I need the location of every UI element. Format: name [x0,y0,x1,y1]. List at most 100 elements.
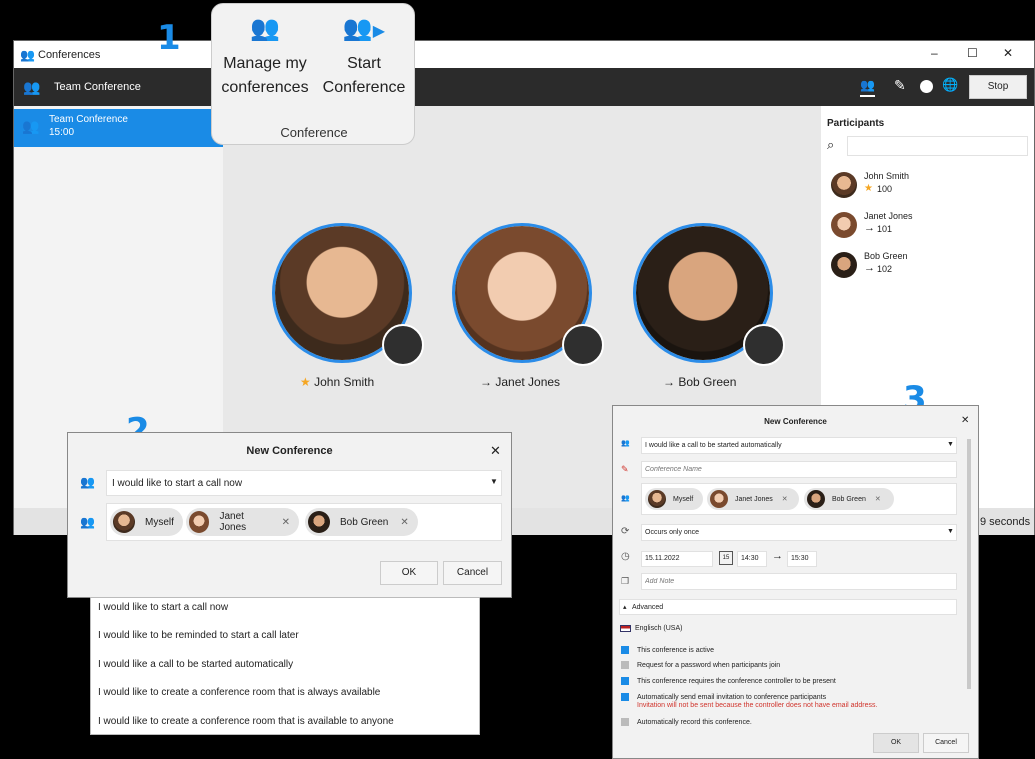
stage-person-name: ★ John Smith [300,375,375,389]
record-icon[interactable] [920,80,933,93]
conference-icon: 👥 [22,118,40,134]
conference-type-options: I would like to start a call now I would… [90,597,480,735]
advanced-toggle[interactable]: ▴ Advanced [619,599,957,615]
phone-icon[interactable] [743,324,785,366]
remove-icon: ✕ [281,516,290,528]
option-row[interactable]: Automatically record this conference. [621,718,961,726]
checkbox[interactable] [621,661,629,669]
avatar [831,252,857,278]
collapse-icon: ▴ [623,604,627,611]
phone-icon[interactable] [382,324,424,366]
manage-conferences-icon: 👥 [250,15,280,42]
start-time-input[interactable]: 14:30 [737,551,767,567]
warning-text: Invitation will not be sent because the … [637,702,878,709]
conference-icon: 👥 [23,79,41,95]
arrow-right-icon: → [864,262,875,274]
participant-search-input[interactable] [847,136,1028,156]
option-item[interactable]: I would like to be reminded to start a c… [91,626,479,654]
avatar [831,212,857,238]
sidebar-item-team-conference[interactable]: 👥 Team Conference 15:00 [14,109,223,147]
callout-number: 1 [157,18,181,58]
option-item[interactable]: I would like to start a call now [91,598,479,626]
participant-chips: Myself Janet Jones ✕ Bob Green ✕ [106,503,502,541]
conference-type-icon: 👥 [621,440,630,447]
chevron-down-icon: ▼ [947,528,954,535]
new-conference-dialog-advanced: New Conference ✕ 👥 I would like a call t… [612,405,979,759]
date-input[interactable]: 15.11.2022 [641,551,713,567]
cancel-button[interactable]: Cancel [923,733,969,753]
option-row[interactable]: Automatically send email invitation to c… [621,693,961,701]
phone-icon[interactable] [562,324,604,366]
conference-type-icon: 👥 [80,475,95,489]
sidebar-item-time: 15:00 [49,127,75,138]
star-icon: ★ [864,183,873,194]
avatar [831,172,857,198]
chip-janet-jones[interactable]: Janet Jones ✕ [707,488,799,510]
option-item[interactable]: I would like a call to be started automa… [91,655,479,683]
search-icon: ⌕ [827,137,835,152]
dialog-title: New Conference [246,445,333,457]
pencil-icon: ✎ [621,464,629,474]
language-label: Englisch (USA) [635,625,683,632]
option-item[interactable]: I would like to create a conference room… [91,683,479,711]
window-title: Conferences [38,49,101,61]
chip-myself[interactable]: Myself [110,508,183,536]
end-time-input[interactable]: 15:30 [787,551,817,567]
participant-row[interactable]: Janet Jones → 101 [831,210,1031,246]
scrollbar[interactable] [967,439,971,689]
remove-icon: ✕ [400,516,409,528]
chip-bob-green[interactable]: Bob Green ✕ [305,508,418,536]
edit-pencil-icon[interactable]: ✎ [894,77,906,94]
sidebar-item-title: Team Conference [49,114,128,125]
arrow-right-icon: → [864,222,875,234]
cancel-button[interactable]: Cancel [443,561,502,585]
dialog-title: New Conference [764,417,827,426]
new-conference-dialog-simple: New Conference ✕ 👥 I would like to start… [67,432,512,598]
participant-row[interactable]: John Smith ★ 100 [831,170,1031,206]
chevron-down-icon: ▼ [490,477,498,486]
app-icon: 👥 [20,48,35,62]
option-row[interactable]: This conference is active [621,646,961,654]
participant-row[interactable]: Bob Green → 102 [831,250,1031,286]
conference-toolbar: 👥 Team Conference 👥 ✎ 🌐 Stop [14,68,1034,106]
repeat-icon: ⟳ [621,526,630,537]
ok-button[interactable]: OK [873,733,919,753]
recurrence-select[interactable]: Occurs only once ▼ [641,524,957,541]
participants-view-icon[interactable]: 👥 [860,78,875,97]
checkbox[interactable] [621,718,629,726]
conference-ribbon-popup: 👥 Manage my conferences 👥▶ Start Confere… [211,3,415,145]
chip-janet-jones[interactable]: Janet Jones ✕ [186,508,299,536]
stop-button[interactable]: Stop [969,75,1027,99]
conference-type-select[interactable]: I would like a call to be started automa… [641,437,957,454]
note-icon: ❐ [621,576,630,586]
close-button[interactable]: ✕ [1003,46,1013,60]
participant-chips: Myself Janet Jones ✕ Bob Green ✕ [641,483,957,515]
status-text: 9 seconds [980,516,1031,528]
note-input[interactable] [641,573,957,590]
ok-button[interactable]: OK [380,561,438,585]
checkbox[interactable] [621,646,629,654]
checkbox[interactable] [621,677,629,685]
remove-icon: ✕ [874,496,881,503]
conference-group-label: Conference [280,125,348,140]
checkbox[interactable] [621,693,629,701]
close-icon[interactable]: ✕ [490,443,501,459]
chip-bob-green[interactable]: Bob Green ✕ [804,488,894,510]
option-row[interactable]: Request for a password when participants… [621,661,961,669]
start-conference-button[interactable]: 👥▶ Start Conference [315,14,413,114]
option-item[interactable]: I would like to create a conference room… [91,712,479,740]
manage-conferences-button[interactable]: 👥 Manage my conferences [216,14,314,114]
conference-type-select[interactable]: I would like to start a call now ▼ [106,470,502,496]
globe-icon[interactable]: 🌐 [942,77,958,93]
arrow-right-icon: → [772,550,783,562]
minimize-button[interactable]: – [931,46,938,60]
option-row[interactable]: This conference requires the conference … [621,677,961,685]
calendar-icon[interactable]: 15 [719,551,733,565]
stage-person-name: → Janet Jones [480,375,561,389]
participants-title: Participants [827,118,885,129]
chevron-down-icon: ▼ [947,441,954,448]
close-icon[interactable]: ✕ [961,415,969,426]
chip-myself[interactable]: Myself [645,488,703,510]
maximize-button[interactable]: ☐ [967,46,978,60]
conference-name-input[interactable] [641,461,957,478]
